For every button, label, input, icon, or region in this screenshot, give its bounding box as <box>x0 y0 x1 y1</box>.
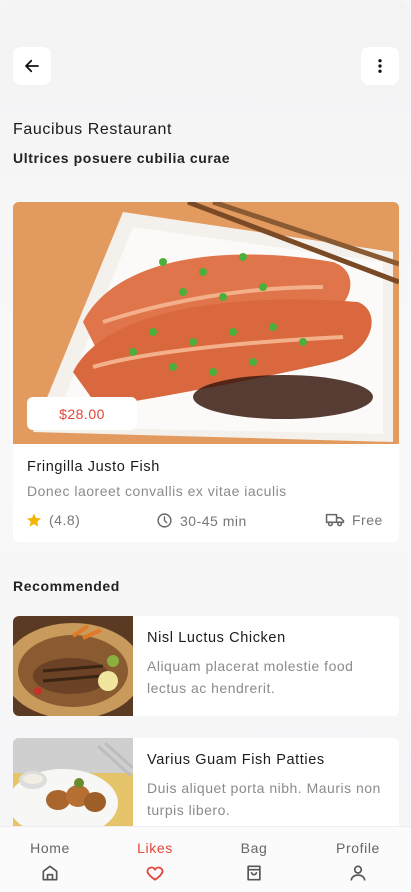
rating-value: (4.8) <box>49 512 81 528</box>
delivery-time-value: 30-45 min <box>180 512 247 529</box>
nav-likes[interactable]: Likes <box>115 840 195 883</box>
rating: (4.8) <box>26 512 80 528</box>
heart-icon <box>146 866 164 881</box>
more-vertical-icon <box>378 59 382 73</box>
featured-dish-description: Donec laoreet convallis ex vitae iaculis <box>27 483 287 499</box>
delivery-fee: Free <box>325 512 383 528</box>
restaurant-subtitle: Ultrices posuere cubilia curae <box>13 150 231 166</box>
nav-likes-label: Likes <box>137 840 173 856</box>
nav-bag[interactable]: Bag <box>214 840 294 883</box>
bottom-navigation: Home Likes Bag Profile <box>0 826 411 892</box>
featured-dish-image: $28.00 <box>13 202 399 444</box>
featured-dish-card[interactable]: $28.00 Fringilla Justo Fish Donec laoree… <box>13 202 399 542</box>
truck-icon <box>325 513 345 527</box>
nav-bag-label: Bag <box>240 840 268 856</box>
nav-home-label: Home <box>30 840 70 856</box>
app-screen: Faucibus Restaurant Ultrices posuere cub… <box>0 0 411 892</box>
nav-profile-label: Profile <box>336 840 380 856</box>
recommended-item-description: Aliquam placerat molestie food lectus ac… <box>147 658 354 696</box>
recommended-item[interactable]: Nisl Luctus Chicken Aliquam placerat mol… <box>13 616 399 716</box>
clock-icon <box>157 513 172 528</box>
delivery-fee-value: Free <box>352 512 383 528</box>
recommended-item-image <box>13 616 133 716</box>
profile-icon <box>350 865 366 881</box>
nav-profile[interactable]: Profile <box>318 840 398 883</box>
recommended-item[interactable]: Varius Guam Fish Patties Duis aliquet po… <box>13 738 399 838</box>
back-button[interactable] <box>13 47 51 85</box>
home-icon <box>42 865 58 881</box>
recommended-item-description: Duis aliquet porta nibh. Mauris non turp… <box>147 780 381 818</box>
recommended-heading: Recommended <box>13 578 120 594</box>
nav-home[interactable]: Home <box>10 840 90 883</box>
restaurant-name: Faucibus Restaurant <box>13 121 173 138</box>
arrow-left-icon <box>25 59 39 73</box>
price-tag: $28.00 <box>27 397 137 430</box>
more-options-button[interactable] <box>361 47 399 85</box>
featured-dish-title: Fringilla Justo Fish <box>27 459 160 475</box>
delivery-time: 30-45 min <box>156 512 247 529</box>
recommended-item-image <box>13 738 133 838</box>
star-icon <box>27 513 41 527</box>
recommended-item-title: Nisl Luctus Chicken <box>147 630 286 646</box>
bag-icon <box>247 865 261 881</box>
recommended-item-title: Varius Guam Fish Patties <box>147 752 325 768</box>
